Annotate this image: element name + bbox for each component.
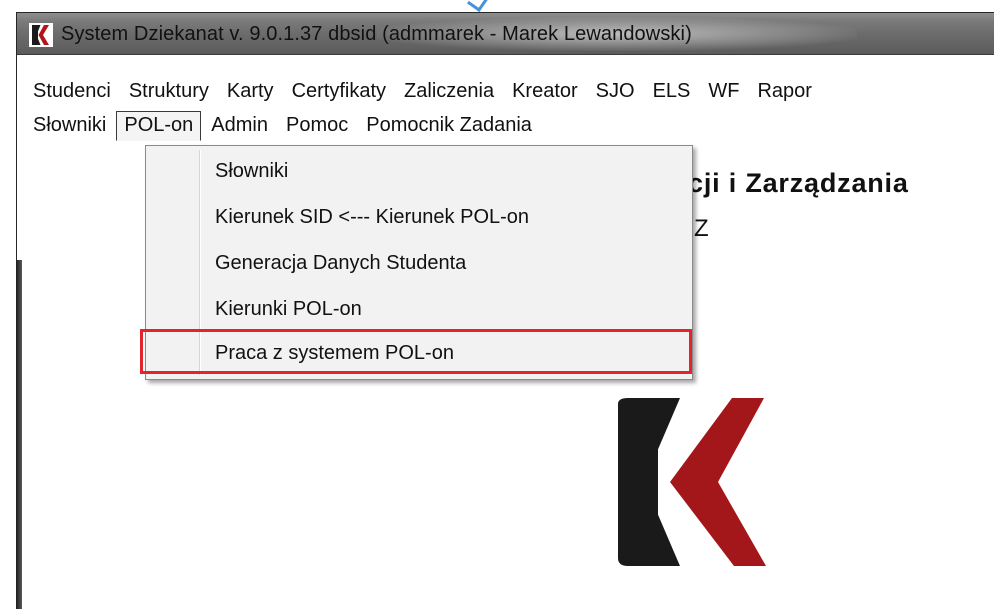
title-bar[interactable]: System Dziekanat v. 9.0.1.37 dbsid (admm… <box>17 13 994 55</box>
background-heading: cji i Zarządzania <box>688 168 909 198</box>
pol-on-dropdown-menu: Słowniki Kierunek SID <--- Kierunek POL-… <box>145 145 693 380</box>
top-background-strip <box>0 0 994 12</box>
menu-sjo[interactable]: SJO <box>588 77 643 107</box>
menu-certyfikaty[interactable]: Certyfikaty <box>284 77 394 107</box>
menu-kreator[interactable]: Kreator <box>504 77 586 107</box>
menu-slowniki[interactable]: Słowniki <box>25 111 114 141</box>
menu-raporty[interactable]: Rapor <box>749 77 819 107</box>
cropped-decoration <box>467 0 488 12</box>
dziekanat-logo-icon[interactable] <box>29 23 53 47</box>
menu-row-2: Słowniki POL-on Admin Pomoc Pomocnik Zadania <box>25 111 542 141</box>
menu-pomocnik-zadania[interactable]: Pomocnik Zadania <box>358 111 540 141</box>
window-title: System Dziekanat v. 9.0.1.37 dbsid (admm… <box>61 23 692 45</box>
menu-row-1: Studenci Struktury Karty Certyfikaty Zalicze… <box>25 77 822 107</box>
dropdown-item-slowniki[interactable]: Słowniki <box>148 152 688 190</box>
dropdown-item-label: Kierunki POL-on <box>215 298 362 320</box>
menu-admin[interactable]: Admin <box>203 111 276 141</box>
dropdown-item-label: Słowniki <box>215 160 289 182</box>
dropdown-item-kierunki-pol-on[interactable]: Kierunki POL-on <box>148 290 688 328</box>
dropdown-item-label: Generacja Danych Studenta <box>215 252 467 274</box>
dropdown-item-praca-z-systemem[interactable]: Praca z systemem POL-on <box>148 334 688 372</box>
menu-pomoc[interactable]: Pomoc <box>278 111 356 141</box>
dropdown-item-label: Praca z systemem POL-on <box>215 342 454 364</box>
menu-struktury[interactable]: Struktury <box>121 77 217 107</box>
menu-wf[interactable]: WF <box>700 77 747 107</box>
menu-karty[interactable]: Karty <box>219 77 282 107</box>
dropdown-item-label: Kierunek SID <--- Kierunek POL-on <box>215 206 530 228</box>
menu-els[interactable]: ELS <box>645 77 699 107</box>
menu-pol-on[interactable]: POL-on <box>116 111 202 141</box>
menu-zaliczenia[interactable]: Zaliczenia <box>396 77 502 107</box>
screenshot-stage: System Dziekanat v. 9.0.1.37 dbsid (admm… <box>0 0 994 609</box>
menu-studenci[interactable]: Studenci <box>25 77 119 107</box>
dziekanat-logo-large <box>618 398 766 566</box>
background-subheading: Z <box>694 215 709 242</box>
dropdown-item-generacja-danych[interactable]: Generacja Danych Studenta <box>148 244 688 282</box>
window-left-edge <box>16 260 22 609</box>
dropdown-item-kierunek-sid[interactable]: Kierunek SID <--- Kierunek POL-on <box>148 198 688 236</box>
